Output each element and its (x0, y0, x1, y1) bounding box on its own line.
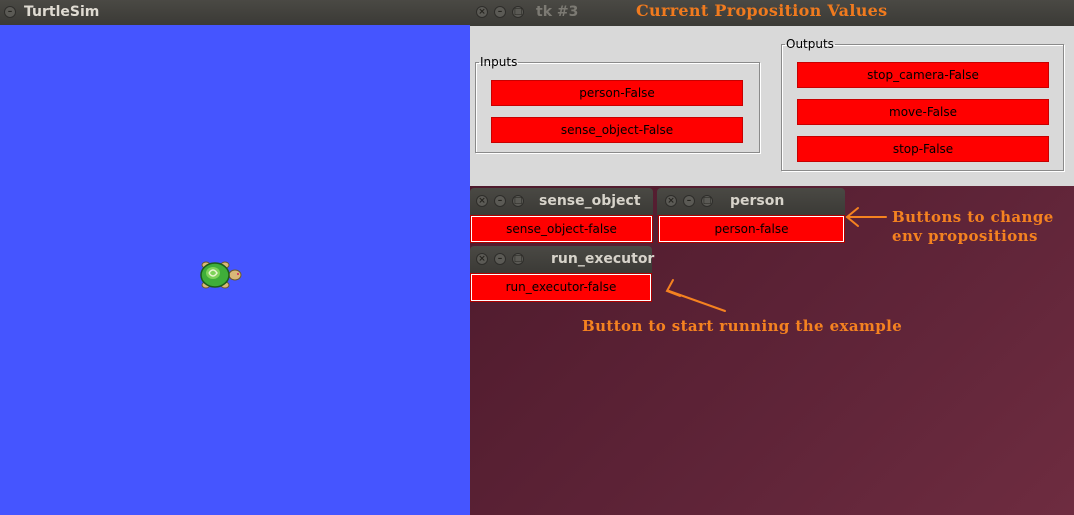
maximize-icon[interactable]: □ (512, 6, 524, 18)
turtlesim-titlebar[interactable]: – TurtleSim (0, 0, 470, 25)
minimize-icon[interactable]: – (494, 195, 506, 207)
close-icon[interactable]: × (476, 195, 488, 207)
maximize-icon[interactable]: □ (512, 253, 524, 265)
run-executor-button[interactable]: run_executor-false (470, 273, 652, 302)
tk-body: Inputs person-False sense_object-False O… (470, 26, 1074, 186)
maximize-icon[interactable]: □ (512, 195, 524, 207)
input-person-button[interactable]: person-False (491, 80, 743, 106)
env-buttons-annotation: Buttons to change env propositions (892, 208, 1054, 246)
close-icon[interactable]: – (4, 6, 16, 18)
run-executor-title: run_executor (551, 251, 655, 267)
close-icon[interactable]: × (476, 253, 488, 265)
run-executor-titlebar[interactable]: × – □ run_executor (470, 246, 655, 273)
output-stop-camera-button[interactable]: stop_camera-False (797, 62, 1049, 88)
turtle-icon (200, 261, 242, 289)
start-button-annotation: Button to start running the example (582, 317, 903, 335)
turtlesim-title: TurtleSim (24, 4, 100, 20)
sense-object-button[interactable]: sense_object-false (470, 215, 653, 243)
output-move-button[interactable]: move-False (797, 99, 1049, 125)
output-stop-button[interactable]: stop-False (797, 136, 1049, 162)
proposition-heading: Current Proposition Values (636, 1, 888, 20)
outputs-legend: Outputs (786, 37, 834, 51)
sense-object-titlebar[interactable]: × – □ sense_object (470, 188, 653, 215)
sense-object-title: sense_object (539, 193, 641, 209)
env-annotation-line2: env propositions (892, 227, 1038, 245)
minimize-icon[interactable]: – (494, 253, 506, 265)
minimize-icon[interactable]: – (494, 6, 506, 18)
turtlesim-canvas (0, 25, 470, 515)
inputs-legend: Inputs (480, 55, 518, 69)
input-sense-object-button[interactable]: sense_object-False (491, 117, 743, 143)
close-icon[interactable]: × (476, 6, 488, 18)
tk-window-title: tk #3 (536, 4, 579, 20)
env-annotation-line1: Buttons to change (892, 208, 1054, 226)
annotation-arrows (665, 207, 887, 312)
